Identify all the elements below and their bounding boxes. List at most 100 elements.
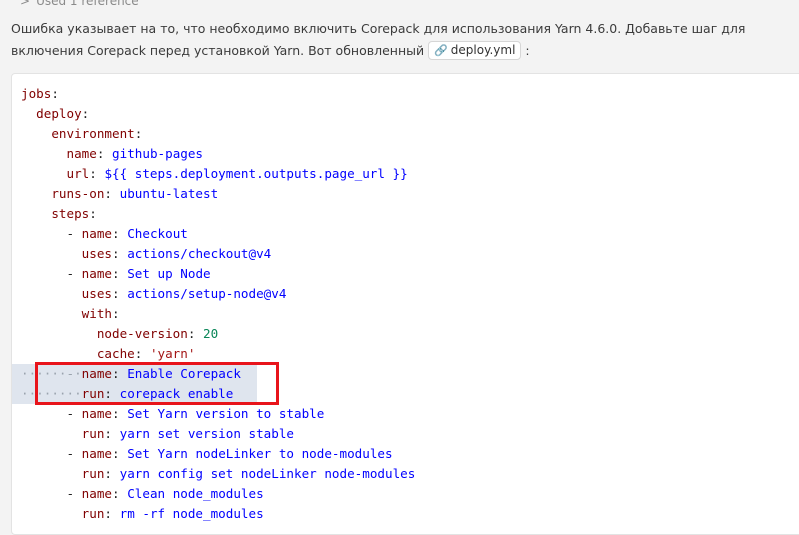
code-indent: - bbox=[21, 226, 82, 241]
code-indent: - bbox=[21, 266, 82, 281]
chevron-right-icon: > bbox=[20, 0, 31, 8]
code-indent: - bbox=[21, 406, 82, 421]
code-key: name bbox=[66, 146, 97, 161]
code-line: - name: Clean node_modules bbox=[21, 484, 415, 504]
code-line: ······-·name: Enable Corepack bbox=[12, 364, 257, 384]
code-line: with: bbox=[21, 304, 415, 324]
code-value: actions/checkout@v4 bbox=[127, 246, 272, 261]
code-indent: ········ bbox=[21, 386, 82, 401]
code-key: name bbox=[81, 486, 113, 501]
code-line: - name: Set Yarn nodeLinker to node-modu… bbox=[21, 444, 415, 464]
code-value: rm -rf node_modules bbox=[119, 506, 264, 521]
code-indent: ······-· bbox=[21, 366, 82, 381]
code-key: uses bbox=[81, 246, 113, 261]
code-colon: : bbox=[112, 286, 120, 301]
message-text: Ошибка указывает на то, что необходимо в… bbox=[11, 21, 746, 58]
code-colon: : bbox=[104, 506, 113, 521]
code-key: name bbox=[81, 406, 113, 421]
code-colon: : bbox=[112, 486, 120, 501]
code-key: name bbox=[81, 226, 113, 241]
code-colon: : bbox=[51, 86, 59, 101]
code-key: name bbox=[81, 366, 113, 381]
code-colon: : bbox=[89, 206, 97, 221]
code-value: actions/setup-node@v4 bbox=[127, 286, 287, 301]
code-indent: - bbox=[21, 446, 82, 461]
code-colon: : bbox=[104, 186, 113, 201]
code-key: steps bbox=[51, 206, 90, 221]
code-value: Enable Corepack bbox=[127, 366, 241, 381]
code-indent: - bbox=[21, 486, 82, 501]
code-value: corepack enable bbox=[119, 386, 234, 401]
reference-toggle[interactable]: > Used 1 reference bbox=[20, 0, 139, 8]
code-key: runs-on bbox=[51, 186, 105, 201]
code-value: ${{ steps.deployment.outputs.page_url }} bbox=[104, 166, 408, 181]
code-line: - name: Checkout bbox=[21, 224, 415, 244]
code-colon: : bbox=[104, 466, 113, 481]
code-line: name: github-pages bbox=[21, 144, 415, 164]
code-line: cache: 'yarn' bbox=[21, 344, 415, 364]
code-colon: : bbox=[104, 386, 113, 401]
code-line: ········run: corepack enable bbox=[12, 384, 257, 404]
code-colon: : bbox=[81, 106, 90, 121]
code-colon: : bbox=[112, 446, 120, 461]
code-value: yarn config set nodeLinker node-modules bbox=[119, 466, 416, 481]
code-line: run: yarn set version stable bbox=[21, 424, 415, 444]
code-line: run: rm -rf node_modules bbox=[21, 504, 415, 524]
code-value: 20 bbox=[203, 326, 219, 341]
code-key: jobs bbox=[21, 86, 52, 101]
code-line: deploy: bbox=[21, 104, 415, 124]
code-value: 'yarn' bbox=[149, 346, 196, 361]
code-colon: : bbox=[112, 246, 120, 261]
link-icon: 🔗 bbox=[434, 44, 448, 57]
code-line: steps: bbox=[21, 204, 415, 224]
code-colon: : bbox=[112, 226, 120, 241]
code-lines: jobs: deploy: environment: name: github-… bbox=[12, 84, 416, 524]
code-colon: : bbox=[112, 306, 120, 321]
code-line: url: ${{ steps.deployment.outputs.page_u… bbox=[21, 164, 415, 184]
code-line: - name: Set Yarn version to stable bbox=[21, 404, 415, 424]
code-value: Set Yarn version to stable bbox=[127, 406, 325, 421]
code-colon: : bbox=[112, 406, 120, 421]
code-colon: : bbox=[112, 366, 120, 381]
code-key: environment bbox=[51, 126, 135, 141]
code-value: github-pages bbox=[112, 146, 204, 161]
code-line: node-version: 20 bbox=[21, 324, 415, 344]
code-key: with bbox=[81, 306, 113, 321]
code-key: cache bbox=[96, 346, 135, 361]
code-value: Clean node_modules bbox=[127, 486, 264, 501]
code-value: Checkout bbox=[127, 226, 188, 241]
code-line: - name: Set up Node bbox=[21, 264, 415, 284]
code-colon: : bbox=[134, 126, 143, 141]
reference-label: Used 1 reference bbox=[36, 0, 139, 8]
code-line: jobs: bbox=[21, 84, 415, 104]
message-text-end: : bbox=[525, 43, 530, 58]
code-value: yarn set version stable bbox=[119, 426, 294, 441]
code-key: deploy bbox=[36, 106, 82, 121]
file-reference-label: deploy.yml bbox=[450, 43, 516, 57]
code-colon: : bbox=[89, 166, 97, 181]
code-line: run: yarn config set nodeLinker node-mod… bbox=[21, 464, 416, 484]
code-line: environment: bbox=[21, 124, 415, 144]
code-colon: : bbox=[104, 426, 113, 441]
code-key: node-version bbox=[96, 326, 188, 341]
code-line: uses: actions/checkout@v4 bbox=[21, 244, 415, 264]
code-value: Set Yarn nodeLinker to node-modules bbox=[127, 446, 393, 461]
assistant-message: Ошибка указывает на то, что необходимо в… bbox=[11, 18, 799, 62]
file-reference[interactable]: 🔗 deploy.yml bbox=[428, 41, 522, 60]
code-key: uses bbox=[81, 286, 113, 301]
code-key: run bbox=[81, 466, 105, 481]
code-value: ubuntu-latest bbox=[119, 186, 219, 201]
code-value: Set up Node bbox=[127, 266, 211, 281]
